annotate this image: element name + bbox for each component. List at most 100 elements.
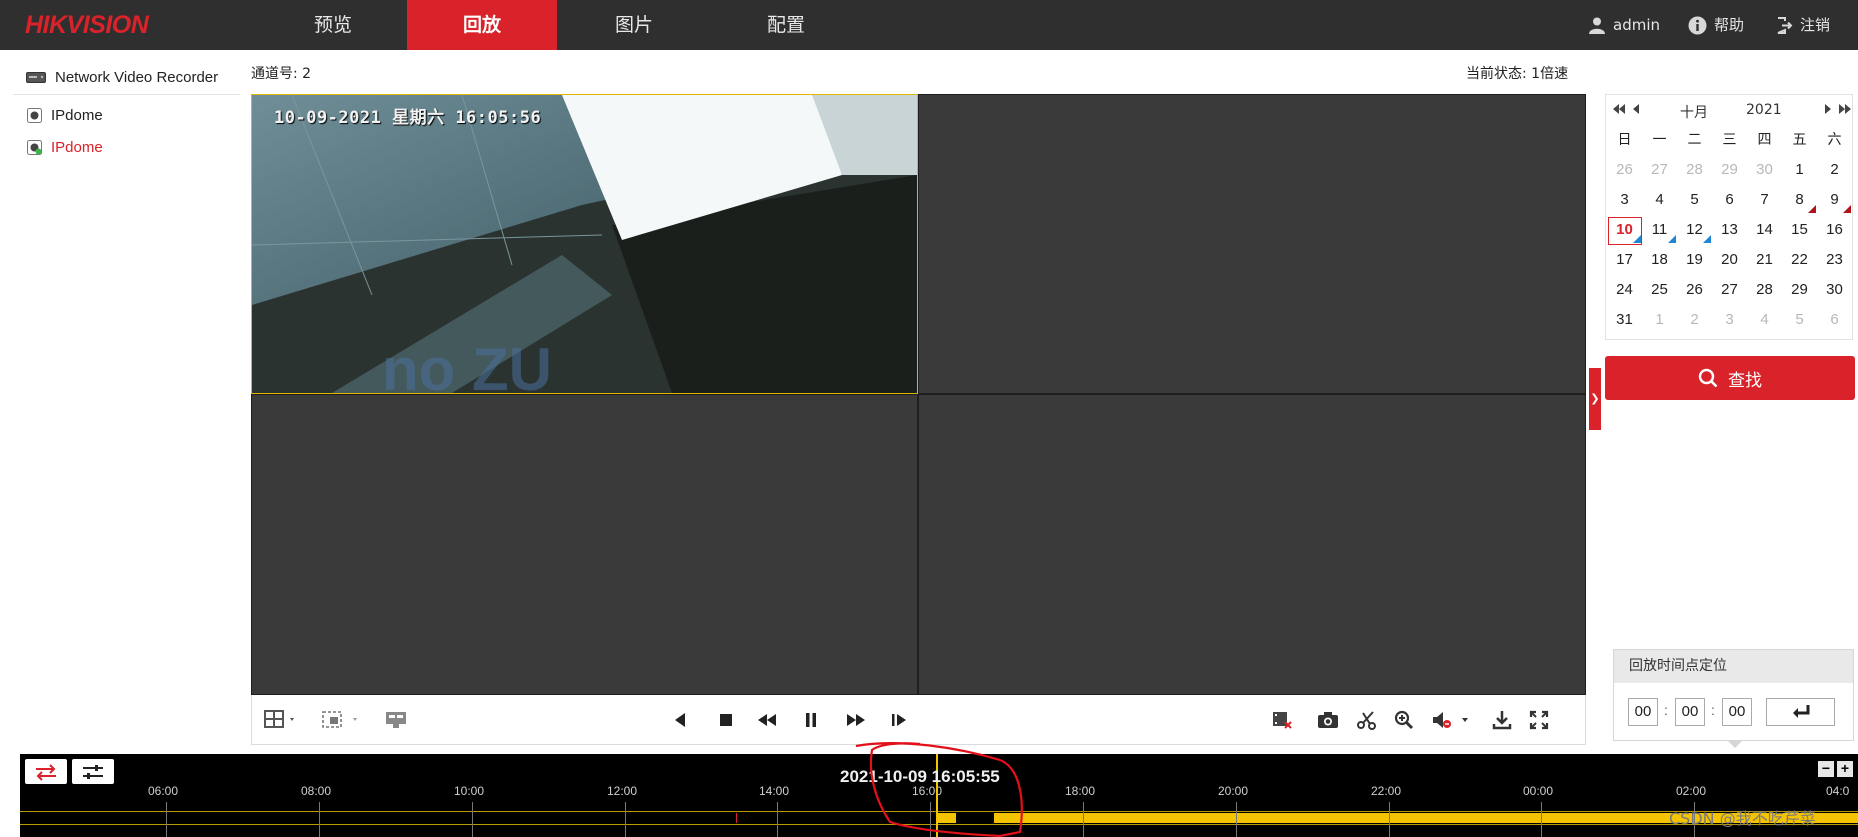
calendar-day[interactable]: 27 [1642,155,1677,185]
slow-forward-button[interactable] [757,709,777,731]
tick-line [472,802,473,837]
search-icon [1698,368,1718,388]
calendar-day[interactable]: 11 [1642,215,1677,245]
calendar-day[interactable]: 18 [1642,245,1677,275]
calendar-day[interactable]: 12 [1677,215,1712,245]
fullscreen-icon [1529,710,1549,730]
video-window-2[interactable] [918,94,1586,394]
logout-icon [1777,16,1793,34]
calendar-day[interactable]: 26 [1607,155,1642,185]
reverse-play-button[interactable] [673,709,687,731]
pause-button[interactable] [804,709,818,731]
tab-preview[interactable]: 预览 [258,0,408,50]
download-button[interactable] [1492,709,1512,731]
tab-configuration[interactable]: 配置 [711,0,861,50]
device-node[interactable]: Network Video Recorder [13,60,240,95]
calendar-day[interactable]: 9 [1817,185,1852,215]
next-month-icon[interactable] [1824,102,1832,120]
minute-input[interactable]: 00 [1675,698,1705,726]
calendar-day[interactable]: 13 [1712,215,1747,245]
time-separator: : [1711,702,1715,718]
calendar-day[interactable]: 15 [1782,215,1817,245]
prev-month-icon[interactable] [1632,102,1640,120]
calendar-day[interactable]: 22 [1782,245,1817,275]
calendar-day[interactable]: 16 [1817,215,1852,245]
tick-line [625,802,626,837]
video-window-4[interactable] [918,394,1586,695]
grid-layout-icon [264,710,294,728]
timeline-zoom-out-button[interactable]: − [1818,761,1834,777]
timeline-sync-button[interactable] [25,759,67,784]
calendar-day[interactable]: 17 [1607,245,1642,275]
calendar-day[interactable]: 1 [1642,305,1677,335]
calendar-day[interactable]: 8 [1782,185,1817,215]
calendar-month-label[interactable]: 十月 [1680,102,1708,122]
calendar-day[interactable]: 29 [1782,275,1817,305]
calendar-day[interactable]: 10 [1607,215,1642,245]
prev-year-icon[interactable] [1612,102,1626,120]
all-windows-button[interactable] [385,709,407,731]
tick-label: 18:00 [1065,784,1096,798]
calendar-day[interactable]: 1 [1782,155,1817,185]
help-link[interactable]: 帮助 [1688,0,1744,50]
digital-zoom-button[interactable] [1394,709,1414,731]
audio-button[interactable] [1432,709,1472,731]
calendar-day[interactable]: 20 [1712,245,1747,275]
camera-icon [1318,712,1338,728]
swap-arrows-icon [36,763,56,781]
scissors-icon [1357,711,1376,730]
second-input[interactable]: 00 [1722,698,1752,726]
calendar-day[interactable]: 6 [1817,305,1852,335]
calendar-day[interactable]: 5 [1677,185,1712,215]
calendar-day[interactable]: 29 [1712,155,1747,185]
calendar-day[interactable]: 26 [1677,275,1712,305]
locate-go-button[interactable] [1766,698,1835,726]
clip-button[interactable] [1357,709,1377,731]
next-year-icon[interactable] [1838,102,1852,120]
calendar-day[interactable]: 3 [1712,305,1747,335]
calendar-day[interactable]: 5 [1782,305,1817,335]
calendar-day[interactable]: 24 [1607,275,1642,305]
panel-collapse-toggle[interactable]: ❯ [1589,368,1601,430]
calendar-day[interactable]: 2 [1817,155,1852,185]
calendar-day[interactable]: 6 [1712,185,1747,215]
calendar-day[interactable]: 2 [1677,305,1712,335]
video-window-3[interactable] [251,394,918,695]
channel-item-1[interactable]: IPdome [13,99,240,131]
channel-item-2[interactable]: IPdome [13,131,240,163]
user-menu[interactable]: admin [1588,0,1660,50]
calendar-day[interactable]: 4 [1642,185,1677,215]
calendar-day[interactable]: 23 [1817,245,1852,275]
calendar-day[interactable]: 4 [1747,305,1782,335]
calendar-year-label[interactable]: 2021 [1746,102,1782,118]
calendar-day[interactable]: 31 [1607,305,1642,335]
single-frame-button[interactable] [891,709,907,731]
calendar-day[interactable]: 25 [1642,275,1677,305]
calendar-day[interactable]: 28 [1747,275,1782,305]
calendar-day[interactable]: 14 [1747,215,1782,245]
window-select-button[interactable] [322,709,362,731]
calendar-day[interactable]: 28 [1677,155,1712,185]
calendar-day[interactable]: 7 [1747,185,1782,215]
fullscreen-button[interactable] [1529,709,1549,731]
stop-button[interactable] [719,709,733,731]
tab-picture[interactable]: 图片 [559,0,709,50]
calendar-day[interactable]: 30 [1747,155,1782,185]
search-button[interactable]: 查找 [1605,356,1855,400]
playback-timeline[interactable]: 06:00 08:00 10:00 12:00 14:00 16:00 18:0… [20,754,1858,837]
window-split-button[interactable] [264,709,298,731]
calendar-day[interactable]: 3 [1607,185,1642,215]
hour-input[interactable]: 00 [1628,698,1658,726]
calendar-day[interactable]: 19 [1677,245,1712,275]
tab-playback[interactable]: 回放 [407,0,557,50]
fast-forward-button[interactable] [846,709,866,731]
calendar-day[interactable]: 30 [1817,275,1852,305]
logout-link[interactable]: 注销 [1776,0,1830,50]
timeline-settings-button[interactable] [72,759,114,784]
video-window-1[interactable]: no ZU 10-09-2021 星期六 16:05:56 [251,94,918,394]
calendar-day[interactable]: 27 [1712,275,1747,305]
stop-all-button[interactable] [1272,709,1292,731]
capture-button[interactable] [1317,709,1339,731]
calendar-day[interactable]: 21 [1747,245,1782,275]
timeline-zoom-in-button[interactable]: + [1837,761,1853,777]
